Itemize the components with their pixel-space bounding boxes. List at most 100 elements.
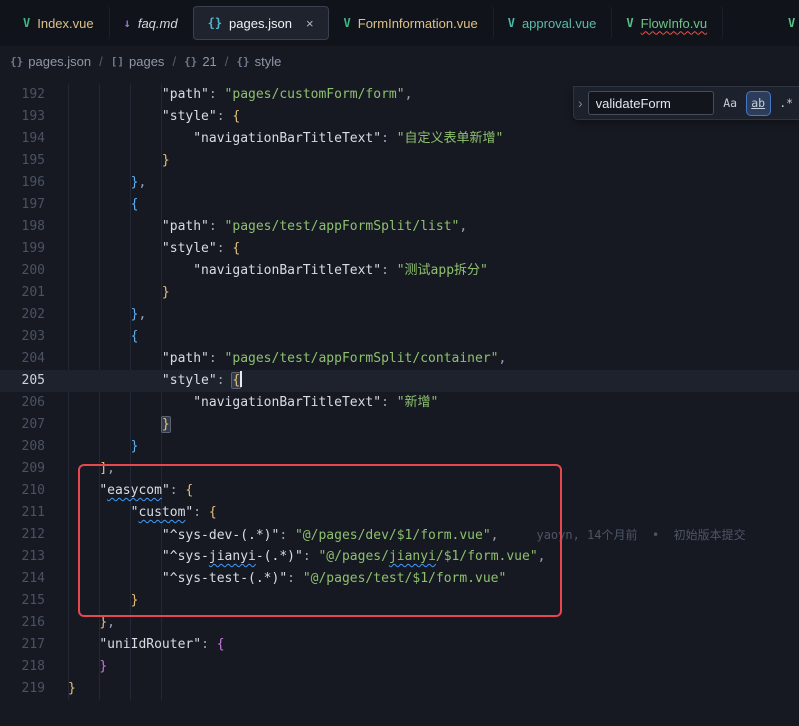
object-symbol-icon: {} (236, 55, 249, 68)
code-line-218[interactable]: 218 } (0, 656, 799, 678)
editor[interactable]: 192 "path": "pages/customForm/form",193 … (0, 76, 799, 726)
regex-button[interactable]: .* (775, 92, 798, 115)
code-token (68, 241, 162, 256)
code-line-214[interactable]: 214 "^sys-test-(.*)": "@/pages/test/$1/f… (0, 568, 799, 590)
code-token: custom (138, 505, 185, 520)
code-token: : (193, 505, 209, 520)
breadcrumb-item-21[interactable]: {}21 (184, 54, 217, 69)
code-token (68, 285, 162, 300)
line-number: 197 (0, 194, 45, 216)
breadcrumb-separator: / (172, 54, 176, 69)
code-token: { (232, 373, 240, 388)
tab-pages-json[interactable]: {}pages.json× (193, 6, 329, 40)
match-case-button[interactable]: Aa (719, 92, 742, 115)
breadcrumb-item-style[interactable]: {}style (236, 54, 281, 69)
code-line-196[interactable]: 196 }, (0, 172, 799, 194)
code-line-217[interactable]: 217 "uniIdRouter": { (0, 634, 799, 656)
breadcrumb-item-pages[interactable]: []pages (111, 54, 165, 69)
code-line-206[interactable]: 206 "navigationBarTitleText": "新增" (0, 392, 799, 414)
code-line-194[interactable]: 194 "navigationBarTitleText": "自定义表单新增" (0, 128, 799, 150)
line-number: 201 (0, 282, 45, 304)
code-line-215[interactable]: 215 } (0, 590, 799, 612)
code-token: "@/pages/ (318, 549, 388, 564)
code-token: "style" (162, 373, 217, 388)
code-line-204[interactable]: 204 "path": "pages/test/appFormSplit/con… (0, 348, 799, 370)
code-token: , (538, 549, 546, 564)
tab-flowinfo-vu[interactable]: VFlowInfo.vu (611, 6, 722, 40)
code-token: "navigationBarTitleText" (193, 395, 381, 410)
code-line-205[interactable]: 205 "style": { (0, 370, 799, 392)
text-cursor (240, 371, 242, 387)
code-line-203[interactable]: 203 { (0, 326, 799, 348)
object-symbol-icon: {} (184, 55, 197, 68)
code-token: " (99, 483, 107, 498)
code-line-195[interactable]: 195 } (0, 150, 799, 172)
code-line-212[interactable]: 212 "^sys-dev-(.*)": "@/pages/dev/$1/for… (0, 524, 799, 546)
code-token: : (209, 219, 225, 234)
line-number: 204 (0, 348, 45, 370)
code-token (68, 593, 131, 608)
code-token: "path" (162, 87, 209, 102)
code-token: : (170, 483, 186, 498)
line-text: "path": "pages/test/appFormSplit/list", (68, 216, 467, 238)
code-token: } (131, 593, 139, 608)
code-line-209[interactable]: 209 ], (0, 458, 799, 480)
code-token: "style" (162, 241, 217, 256)
line-text: } (68, 150, 170, 172)
code-token: "pages/test/appFormSplit/list" (225, 219, 460, 234)
code-token: "自定义表单新增" (397, 131, 504, 146)
code-token: { (209, 505, 217, 520)
line-number: 212 (0, 524, 45, 546)
line-number: 214 (0, 568, 45, 590)
code-token: "uniIdRouter" (99, 637, 201, 652)
code-token: "^sys- (162, 549, 209, 564)
code-token: ] (99, 461, 107, 476)
line-text: }, (68, 172, 146, 194)
whole-word-button[interactable]: ab (747, 92, 770, 115)
json-icon: {} (208, 16, 222, 30)
code-line-207[interactable]: 207 } (0, 414, 799, 436)
tab-overflow-tab[interactable]: V (781, 6, 799, 40)
code-line-199[interactable]: 199 "style": { (0, 238, 799, 260)
code-token (68, 263, 193, 278)
code-line-219[interactable]: 219} (0, 678, 799, 700)
tab-form-information-vue[interactable]: VFormInformation.vue (329, 6, 493, 40)
line-text: "navigationBarTitleText": "新增" (68, 392, 438, 414)
code-line-202[interactable]: 202 }, (0, 304, 799, 326)
code-token: , (459, 219, 467, 234)
tab-index-vue[interactable]: VIndex.vue (8, 6, 109, 40)
code-token: " (162, 483, 170, 498)
line-number: 218 (0, 656, 45, 678)
code-token (68, 461, 99, 476)
line-number: 211 (0, 502, 45, 524)
tab-faq-md[interactable]: ↓faq.md (109, 6, 193, 40)
code-line-208[interactable]: 208 } (0, 436, 799, 458)
code-line-213[interactable]: 213 "^sys-jianyi-(.*)": "@/pages/jianyi/… (0, 546, 799, 568)
tab-approval-vue[interactable]: Vapproval.vue (493, 6, 612, 40)
line-number: 219 (0, 678, 45, 700)
code-token: "navigationBarTitleText" (193, 263, 381, 278)
close-icon[interactable]: × (306, 17, 314, 30)
line-number: 207 (0, 414, 45, 436)
code-line-197[interactable]: 197 { (0, 194, 799, 216)
code-line-201[interactable]: 201 } (0, 282, 799, 304)
code-line-210[interactable]: 210 "easycom": { (0, 480, 799, 502)
code-line-211[interactable]: 211 "custom": { (0, 502, 799, 524)
find-input[interactable] (588, 91, 714, 115)
line-number: 193 (0, 106, 45, 128)
code-token: { (232, 241, 240, 256)
code-line-216[interactable]: 216 }, (0, 612, 799, 634)
code-line-200[interactable]: 200 "navigationBarTitleText": "测试app拆分" (0, 260, 799, 282)
line-text: "style": { (68, 370, 242, 392)
line-number: 210 (0, 480, 45, 502)
git-blame-annotation: yaoyn, 14个月前 • 初始版本提交 (536, 528, 745, 542)
line-text: "^sys-dev-(.*)": "@/pages/dev/$1/form.vu… (68, 524, 746, 546)
chevron-right-icon[interactable]: › (578, 95, 583, 111)
code-token: : (217, 241, 233, 256)
line-number: 206 (0, 392, 45, 414)
code-token (68, 329, 131, 344)
code-line-198[interactable]: 198 "path": "pages/test/appFormSplit/lis… (0, 216, 799, 238)
breadcrumb-item-pages-json[interactable]: {}pages.json (10, 54, 91, 69)
line-number: 203 (0, 326, 45, 348)
line-text: "^sys-jianyi-(.*)": "@/pages/jianyi/$1/f… (68, 546, 545, 568)
